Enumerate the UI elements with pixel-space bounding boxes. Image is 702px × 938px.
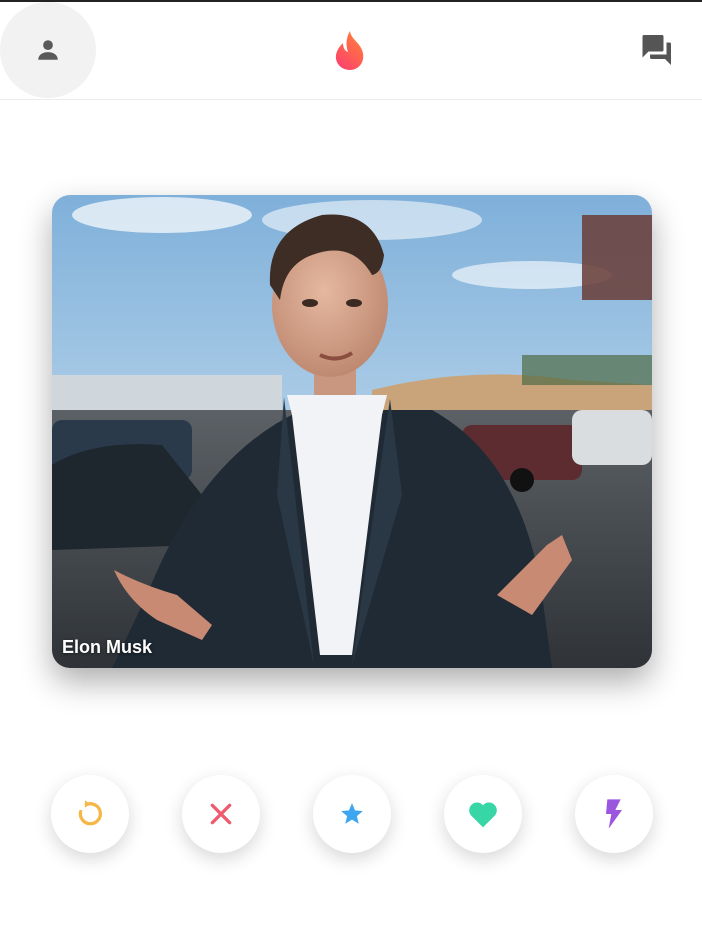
rewind-button[interactable]: [51, 775, 129, 853]
profile-card[interactable]: Elon Musk: [52, 195, 652, 668]
person-icon: [38, 40, 58, 60]
profile-name: Elon Musk: [62, 637, 153, 657]
like-button[interactable]: [444, 775, 522, 853]
heart-icon: [469, 802, 497, 828]
close-icon: [210, 803, 232, 825]
chat-bubbles-icon[interactable]: [638, 32, 674, 68]
profile-photo: [52, 195, 652, 668]
boost-bolt-icon: [606, 799, 622, 829]
rewind-icon: [78, 800, 102, 826]
action-bar: [0, 775, 702, 853]
top-bar: [0, 2, 702, 100]
profile-button[interactable]: [0, 2, 96, 98]
boost-button[interactable]: [575, 775, 653, 853]
flame-icon[interactable]: [333, 30, 369, 72]
super-like-button[interactable]: [313, 775, 391, 853]
star-icon: [341, 803, 363, 824]
nope-button[interactable]: [182, 775, 260, 853]
